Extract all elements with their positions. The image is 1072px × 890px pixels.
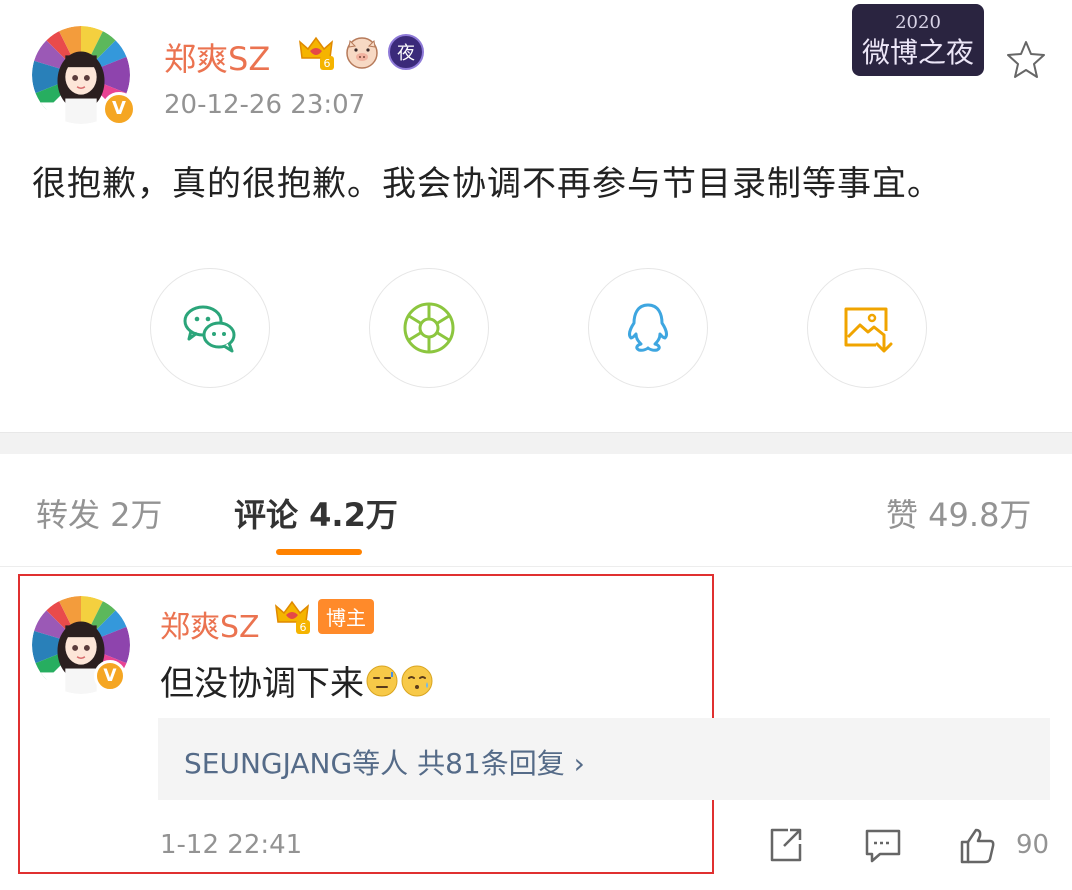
- comment-body-text: 但没协调下来: [160, 664, 364, 704]
- night-event-badge: 夜: [388, 34, 424, 70]
- logo-year: 2020: [895, 12, 941, 33]
- moments-icon: [403, 302, 455, 354]
- share-wechat-button[interactable]: [150, 268, 270, 388]
- logo-title: 微博之夜: [862, 36, 974, 69]
- replies-summary-link[interactable]: SEUNGJANG等人 共81条回复 ›: [184, 742, 585, 782]
- share-comment-icon[interactable]: [764, 824, 806, 866]
- share-qq-button[interactable]: [588, 268, 708, 388]
- sweat-emoji-icon: [366, 665, 398, 696]
- save-image-icon: [844, 307, 893, 353]
- tab-likes[interactable]: 赞 49.8万: [886, 490, 1031, 536]
- wechat-icon: [183, 305, 236, 353]
- weibo-night-logo: 2020 微博之夜: [852, 4, 984, 76]
- vip-crown-icon: 6: [299, 36, 334, 70]
- comment-like-count: 90: [1016, 830, 1050, 860]
- comment-body: 但没协调下来: [160, 656, 434, 705]
- active-tab-indicator: [276, 549, 362, 555]
- post-badges: 6 夜: [296, 32, 424, 72]
- tabs-divider: [0, 566, 1072, 567]
- verified-badge: V: [102, 92, 136, 126]
- post-username[interactable]: 郑爽SZ: [164, 34, 270, 80]
- reply-comment-icon[interactable]: [862, 824, 904, 866]
- post-timestamp: 20-12-26 23:07: [164, 90, 366, 120]
- save-image-button[interactable]: [807, 268, 927, 388]
- share-moments-button[interactable]: [369, 268, 489, 388]
- section-divider: [0, 432, 1072, 454]
- post-body-text: 很抱歉，真的很抱歉。我会协调不再参与节目录制等事宜。: [32, 164, 942, 204]
- comment-timestamp: 1-12 22:41: [160, 830, 303, 860]
- tab-reposts[interactable]: 转发 2万: [36, 490, 163, 536]
- comment-username[interactable]: 郑爽SZ: [160, 602, 260, 646]
- verified-badge: V: [94, 660, 126, 692]
- host-tag: 博主: [318, 598, 374, 634]
- qq-icon: [628, 303, 668, 352]
- tab-comments[interactable]: 评论 4.2万: [234, 490, 398, 536]
- vip-crown-icon: 6: [275, 600, 310, 634]
- replies-preview[interactable]: SEUNGJANG等人 共81条回复 ›: [158, 718, 1050, 800]
- comment-badges: 6 博主: [272, 596, 374, 636]
- like-comment-icon[interactable]: [956, 824, 998, 866]
- awkward-emoji-icon: [401, 665, 433, 696]
- pig-badge-icon: [346, 37, 378, 69]
- vip-level: 6: [300, 621, 307, 634]
- vip-level: 6: [324, 57, 331, 70]
- favorite-star-icon[interactable]: [1004, 38, 1048, 82]
